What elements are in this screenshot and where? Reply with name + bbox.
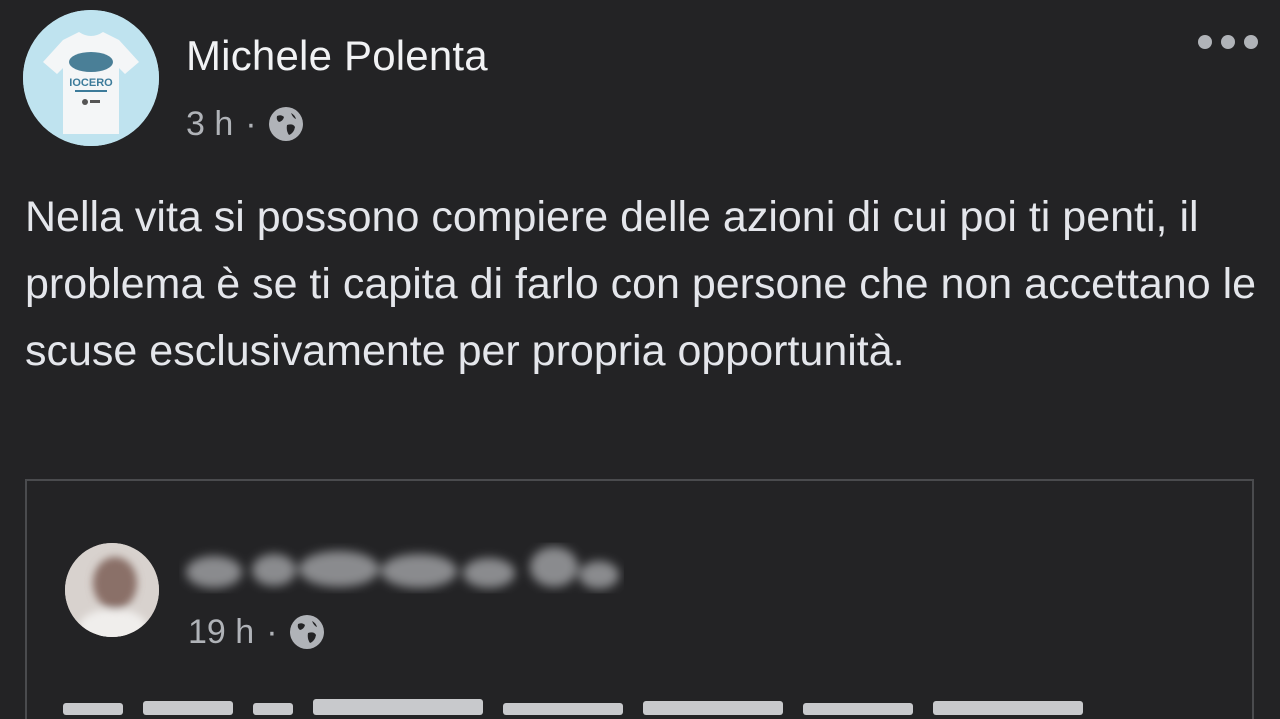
blurred-author-name[interactable] — [179, 539, 624, 601]
more-dot — [1198, 35, 1212, 49]
shared-post-text-cutoff — [63, 699, 1083, 715]
author-name[interactable]: Michele Polenta — [186, 32, 488, 80]
shared-post-time[interactable]: 19 h — [188, 613, 254, 652]
author-avatar[interactable]: IOCERO — [23, 10, 159, 146]
post-meta: 3 h · — [186, 104, 305, 144]
globe-icon[interactable] — [288, 613, 326, 651]
meta-separator: · — [266, 612, 278, 651]
blurred-avatar-image — [65, 543, 159, 637]
more-options-icon[interactable] — [1198, 30, 1258, 54]
shared-post[interactable]: 19 h · — [25, 479, 1254, 719]
post-text: Nella vita si possono compiere delle azi… — [25, 193, 1257, 375]
post-time[interactable]: 3 h — [186, 105, 233, 144]
more-dot — [1244, 35, 1258, 49]
svg-text:IOCERO: IOCERO — [69, 77, 113, 89]
shared-author-avatar[interactable] — [65, 543, 159, 637]
globe-icon[interactable] — [267, 105, 305, 143]
tshirt-image: IOCERO — [23, 10, 159, 146]
meta-separator: · — [245, 104, 257, 143]
shared-post-meta: 19 h · — [188, 612, 326, 652]
more-dot — [1221, 35, 1235, 49]
